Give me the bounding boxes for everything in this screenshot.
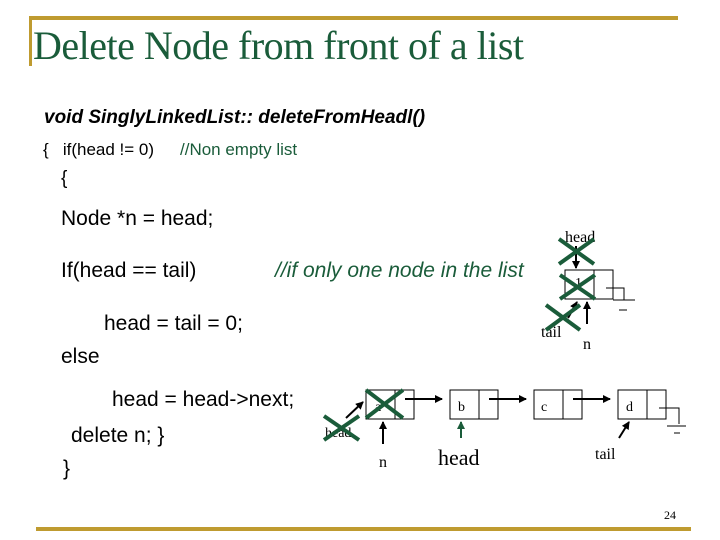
new-head-label: head	[438, 445, 480, 470]
cross-node-a-icon	[364, 388, 405, 420]
multi-node-diagram: a b c d head n h	[322, 388, 686, 471]
tail-arrow	[618, 421, 630, 439]
old-head-arrow	[345, 401, 364, 419]
single-n-label: n	[583, 336, 591, 353]
cross-tail-icon	[544, 303, 582, 332]
node-d-value: d	[626, 400, 633, 415]
bottom-accent-rule	[36, 527, 691, 531]
node-c-data-cell	[533, 389, 564, 420]
node-b-next-cell	[478, 389, 499, 420]
single-node-diagram: head 1 tail n	[541, 229, 635, 353]
single-null-pointer-line	[606, 287, 625, 300]
slide: Delete Node from front of a list void Si…	[0, 0, 720, 540]
single-node-next-cell	[593, 269, 614, 300]
node-c-value: c	[541, 400, 547, 415]
n-label: n	[379, 454, 387, 471]
node-c-next-cell	[562, 389, 583, 420]
tail-label: tail	[595, 446, 616, 463]
node-b-value: b	[458, 400, 465, 415]
linked-list-diagrams: head 1 tail n b c d head n head tail	[322, 229, 686, 471]
node-d-next-cell	[646, 389, 667, 420]
node-d-null-pointer-line	[659, 407, 680, 424]
page-number: 24	[664, 508, 676, 522]
